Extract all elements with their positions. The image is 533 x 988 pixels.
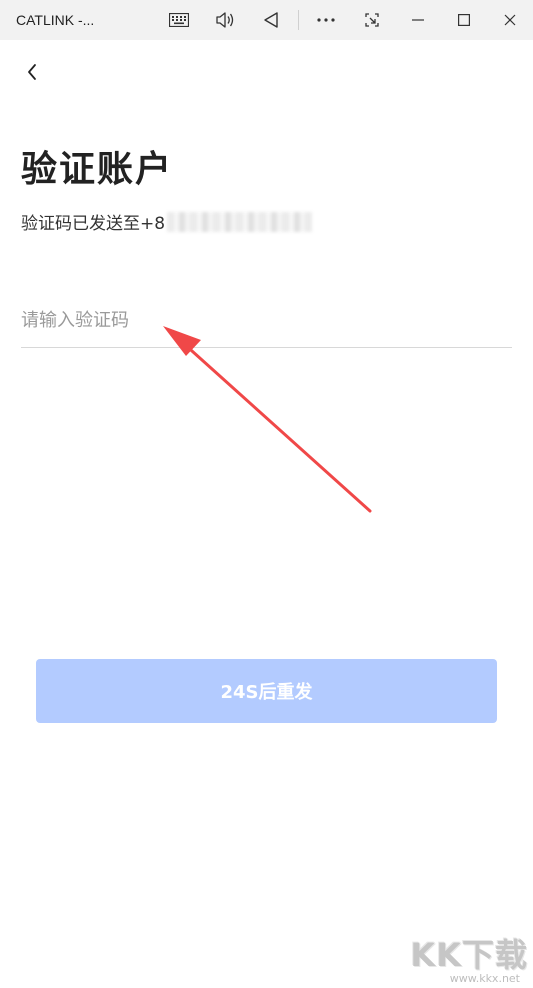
- snip-button[interactable]: [352, 0, 392, 40]
- chevron-left-icon: [28, 64, 36, 80]
- window-title: CATLINK -...: [16, 12, 95, 28]
- masked-phone-number: [167, 211, 313, 232]
- maximize-button[interactable]: [444, 0, 484, 40]
- watermark-logo: KK下载: [410, 936, 528, 974]
- verification-code-input[interactable]: [21, 294, 512, 348]
- snip-icon: [365, 13, 379, 27]
- more-icon: [317, 18, 335, 22]
- volume-button[interactable]: [205, 0, 245, 40]
- close-icon: [504, 14, 516, 26]
- keyboard-button[interactable]: [159, 0, 199, 40]
- more-button[interactable]: [306, 0, 346, 40]
- maximize-icon: [458, 14, 470, 26]
- title-bar-divider: [298, 10, 299, 30]
- site-watermark: KK下载 www.kkx.net: [382, 930, 532, 988]
- back-button[interactable]: [16, 56, 48, 88]
- code-sent-notice: 验证码已发送至+8: [21, 209, 313, 234]
- volume-icon: [216, 12, 234, 28]
- watermark-url: www.kkx.net: [449, 972, 520, 985]
- keyboard-icon: [169, 13, 189, 27]
- app-window: CATLINK -... 验证账户 验证码已发送至+8 请输入验证码 24S后重…: [0, 0, 533, 988]
- close-button[interactable]: [490, 0, 530, 40]
- minimize-icon: [412, 19, 424, 21]
- title-bar: CATLINK -...: [0, 0, 533, 40]
- page-title: 验证账户: [21, 149, 174, 190]
- resend-code-button[interactable]: 24S后重发: [36, 659, 497, 723]
- code-sent-text: 验证码已发送至+8: [21, 214, 166, 234]
- back-triangle-icon: [264, 12, 278, 28]
- back-nav-button[interactable]: [251, 0, 291, 40]
- minimize-button[interactable]: [398, 0, 438, 40]
